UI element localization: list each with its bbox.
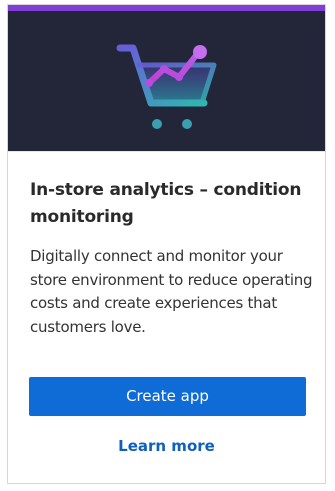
create-app-button[interactable]: Create app [29,377,306,416]
template-card: In-store analytics – condition monitorin… [7,4,326,484]
card-divider [8,151,325,152]
card-hero-banner [8,11,325,151]
card-description: Digitally connect and monitor your store… [30,247,313,336]
card-title: In-store analytics – condition monitorin… [30,180,302,227]
learn-more-link[interactable]: Learn more [8,435,325,457]
shopping-cart-analytics-icon [116,44,217,129]
